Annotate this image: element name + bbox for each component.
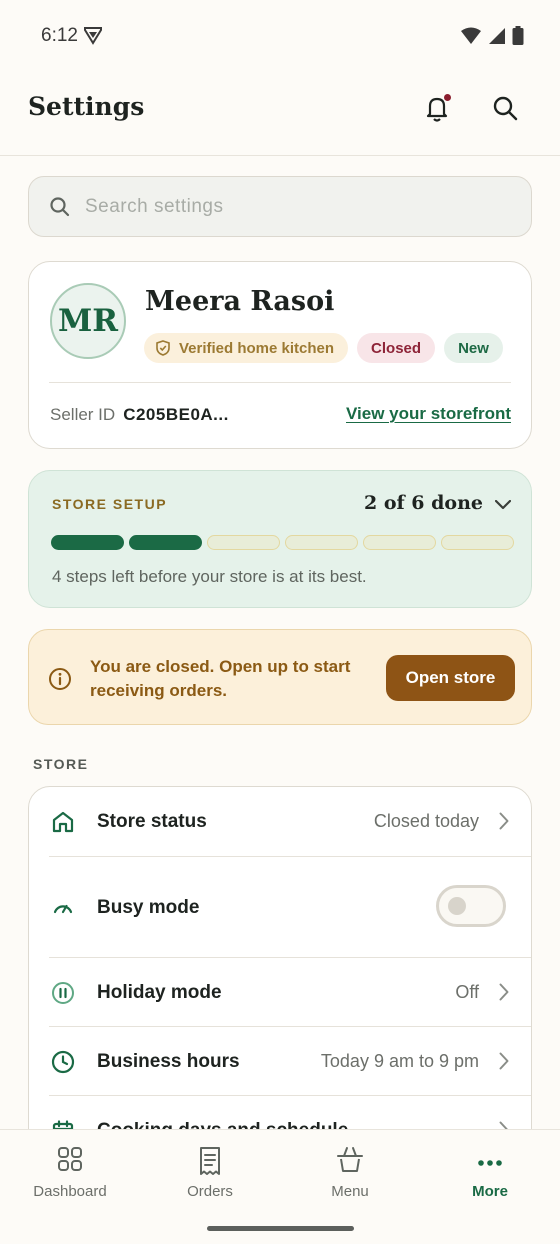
signal-icon: [488, 27, 506, 50]
gauge-icon: [51, 897, 75, 920]
system-icons: [460, 26, 524, 50]
seller-profile-card: MR Meera Rasoi Verified home kitchen Clo…: [28, 261, 532, 449]
verified-shield-icon: [156, 340, 170, 356]
verified-badge-label: Verified home kitchen: [179, 339, 335, 357]
setup-step-pending: [285, 535, 358, 550]
setup-step-pending: [363, 535, 436, 550]
search-input[interactable]: [85, 189, 505, 225]
dashboard-icon: [57, 1146, 83, 1177]
chevron-right-icon: [499, 983, 509, 1006]
nav-orders[interactable]: Orders: [140, 1130, 280, 1220]
nav-menu-label: Menu: [331, 1183, 369, 1200]
page-title: Settings: [28, 92, 145, 121]
setup-step-pending: [207, 535, 280, 550]
more-icon: [477, 1154, 503, 1172]
chevron-down-icon[interactable]: [494, 497, 512, 515]
toggle-knob: [448, 897, 466, 915]
busy-mode-row: Busy mode: [29, 857, 531, 958]
settings-search-box[interactable]: [28, 176, 532, 237]
store-status-label: Store status: [97, 811, 207, 832]
store-closed-alert: You are closed. Open up to start receivi…: [28, 629, 532, 725]
nav-more-label: More: [472, 1183, 508, 1200]
holiday-mode-value: Off: [455, 982, 479, 1002]
home-icon: [51, 810, 75, 839]
busy-mode-label: Busy mode: [97, 897, 200, 918]
notification-dot: [444, 94, 451, 101]
holiday-mode-row[interactable]: Holiday mode Off: [29, 958, 531, 1027]
profile-divider: [49, 382, 511, 383]
nav-menu[interactable]: Menu: [280, 1130, 420, 1220]
busy-mode-toggle[interactable]: [436, 885, 506, 927]
store-setup-label: STORE SETUP: [52, 496, 168, 512]
search-icon: [49, 196, 70, 222]
profile-badges: Verified home kitchen Closed New: [144, 333, 503, 363]
home-indicator[interactable]: [207, 1226, 354, 1231]
wifi-icon: [460, 27, 482, 50]
seller-name: Meera Rasoi: [145, 286, 335, 317]
seller-id-value: C205BE0A...: [123, 405, 229, 424]
new-badge: New: [444, 333, 503, 363]
setup-progress-text: 2 of 6 done: [364, 492, 483, 514]
basket-icon: [336, 1146, 364, 1179]
seller-id: Seller ID C205BE0A...: [50, 405, 229, 425]
business-hours-label: Business hours: [97, 1051, 240, 1072]
nav-dashboard-label: Dashboard: [33, 1183, 107, 1200]
clock-icon: [51, 1050, 75, 1079]
holiday-mode-label: Holiday mode: [97, 982, 222, 1003]
seller-id-label: Seller ID: [50, 405, 116, 424]
pause-icon: [51, 981, 75, 1010]
vpn-shield-icon: [84, 26, 102, 50]
business-hours-value: Today 9 am to 9 pm: [320, 1051, 479, 1071]
bottom-navigation: Dashboard Orders Menu More: [0, 1129, 560, 1244]
chevron-right-icon: [499, 1052, 509, 1075]
receipt-icon: [199, 1146, 221, 1181]
app-bar: Settings: [0, 70, 560, 156]
setup-step-done: [51, 535, 124, 550]
notifications-bell-icon[interactable]: [424, 94, 452, 124]
header-search-icon[interactable]: [492, 95, 520, 123]
open-store-button[interactable]: Open store: [386, 655, 515, 701]
avatar: MR: [50, 283, 126, 359]
setup-hint: 4 steps left before your store is at its…: [52, 567, 367, 586]
status-bar: 6:12: [0, 0, 560, 70]
closed-badge: Closed: [357, 333, 436, 363]
verified-badge: Verified home kitchen: [144, 333, 349, 363]
store-status-value: Closed today: [373, 811, 479, 831]
store-section-label: STORE: [33, 756, 89, 772]
status-time: 6:12: [41, 25, 78, 46]
nav-dashboard[interactable]: Dashboard: [0, 1130, 140, 1220]
nav-more[interactable]: More: [420, 1130, 560, 1220]
chevron-right-icon: [499, 812, 509, 835]
setup-progress-steps: [51, 535, 514, 550]
setup-step-pending: [441, 535, 514, 550]
info-icon: [48, 667, 72, 696]
battery-icon: [512, 26, 524, 50]
nav-orders-label: Orders: [187, 1183, 233, 1200]
setup-step-done: [129, 535, 202, 550]
alert-message: You are closed. Open up to start receivi…: [90, 657, 351, 700]
store-status-row[interactable]: Store status Closed today: [29, 787, 531, 857]
store-setup-card[interactable]: STORE SETUP 2 of 6 done 4 steps left bef…: [28, 470, 532, 608]
business-hours-row[interactable]: Business hours Today 9 am to 9 pm: [29, 1027, 531, 1096]
view-storefront-link[interactable]: View your storefront: [346, 404, 511, 424]
